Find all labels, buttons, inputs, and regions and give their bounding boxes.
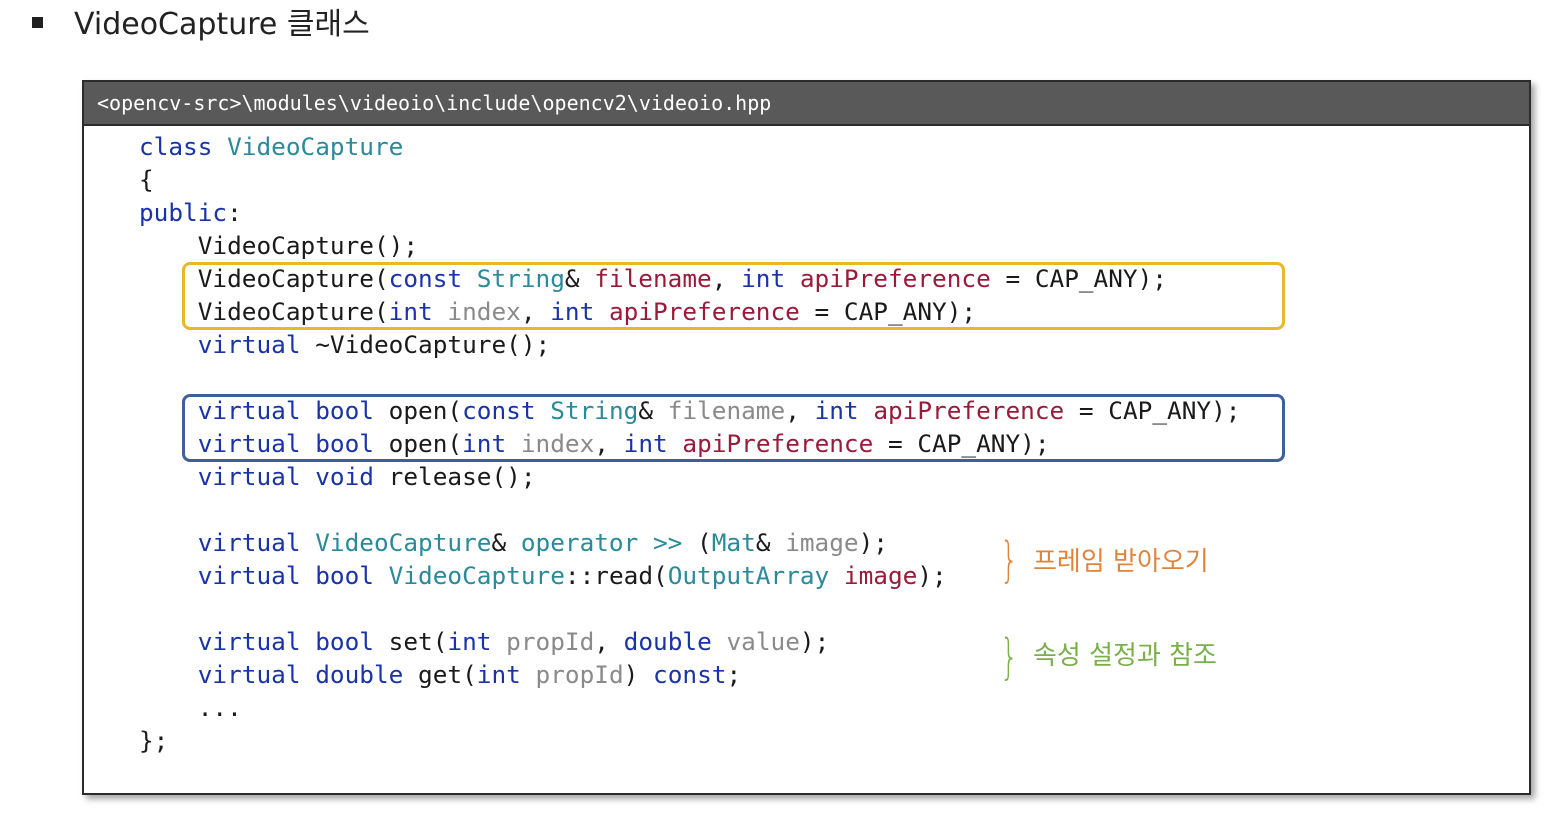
- code-token: propId: [535, 660, 624, 689]
- code-line: class VideoCapture: [139, 130, 1240, 163]
- code-token: VideoCapture: [227, 132, 404, 161]
- code-token: image: [843, 561, 918, 590]
- code-token: class: [139, 132, 213, 161]
- code-token: &: [755, 528, 786, 557]
- code-line: ...: [139, 691, 1240, 724]
- code-token: {: [139, 165, 154, 194]
- open-highlight-box: [182, 394, 1285, 462]
- bullet-square-icon: [32, 17, 43, 28]
- code-token: VideoCapture: [315, 528, 492, 557]
- code-token: void: [315, 462, 374, 491]
- code-token: ,: [594, 627, 624, 656]
- code-token: OutputArray: [667, 561, 830, 590]
- code-line: };: [139, 724, 1240, 757]
- code-line: virtual void release();: [139, 460, 1240, 493]
- code-token: ~VideoCapture();: [300, 330, 551, 359]
- code-token: virtual: [197, 462, 301, 491]
- code-token: ;: [726, 660, 742, 689]
- code-token: public: [139, 198, 228, 227]
- code-token: ::read(: [564, 561, 668, 590]
- page-title: VideoCapture 클래스: [74, 7, 370, 42]
- code-token: operator: [520, 528, 639, 557]
- code-token: Mat: [711, 528, 756, 557]
- code-token: virtual: [197, 330, 301, 359]
- code-token: VideoCapture();: [139, 231, 419, 260]
- code-token: );: [858, 528, 888, 557]
- code-panel-header: <opencv-src>\modules\videoio\include\ope…: [84, 82, 1529, 126]
- code-token: propId: [506, 627, 595, 656]
- code-token: double: [315, 660, 404, 689]
- code-line: {: [139, 163, 1240, 196]
- code-token: virtual: [197, 528, 301, 557]
- code-token: set(: [373, 627, 448, 656]
- frame-read-brace-icon: }: [1000, 532, 1019, 588]
- code-token: );: [917, 561, 947, 590]
- code-token: :: [227, 198, 242, 227]
- code-token: double: [623, 627, 712, 656]
- property-brace-icon: }: [1000, 629, 1019, 685]
- code-token: const: [653, 660, 727, 689]
- property-note: 속성 설정과 참조: [1033, 641, 1217, 671]
- code-token: ): [623, 660, 654, 689]
- code-token: release();: [373, 462, 536, 491]
- code-token: value: [726, 627, 800, 656]
- frame-read-note: 프레임 받아오기: [1033, 547, 1209, 577]
- code-line: VideoCapture();: [139, 229, 1240, 262]
- code-token: virtual: [197, 627, 301, 656]
- code-token: image: [785, 528, 859, 557]
- code-token: VideoCapture: [388, 561, 565, 590]
- code-token: bool: [315, 627, 374, 656]
- code-token: bool: [315, 561, 374, 590]
- constructor-highlight-box: [182, 262, 1285, 330]
- code-token: int: [476, 660, 521, 689]
- code-token: virtual: [197, 660, 301, 689]
- code-token: get(: [403, 660, 477, 689]
- code-line: virtual ~VideoCapture();: [139, 328, 1240, 361]
- code-line: public:: [139, 196, 1240, 229]
- code-token: };: [139, 726, 169, 755]
- code-token: );: [799, 627, 830, 656]
- code-token: ...: [139, 693, 242, 722]
- code-token: >>: [653, 528, 683, 557]
- code-token: &: [491, 528, 521, 557]
- code-token: (: [682, 528, 712, 557]
- code-token: virtual: [197, 561, 301, 590]
- code-token: int: [447, 627, 492, 656]
